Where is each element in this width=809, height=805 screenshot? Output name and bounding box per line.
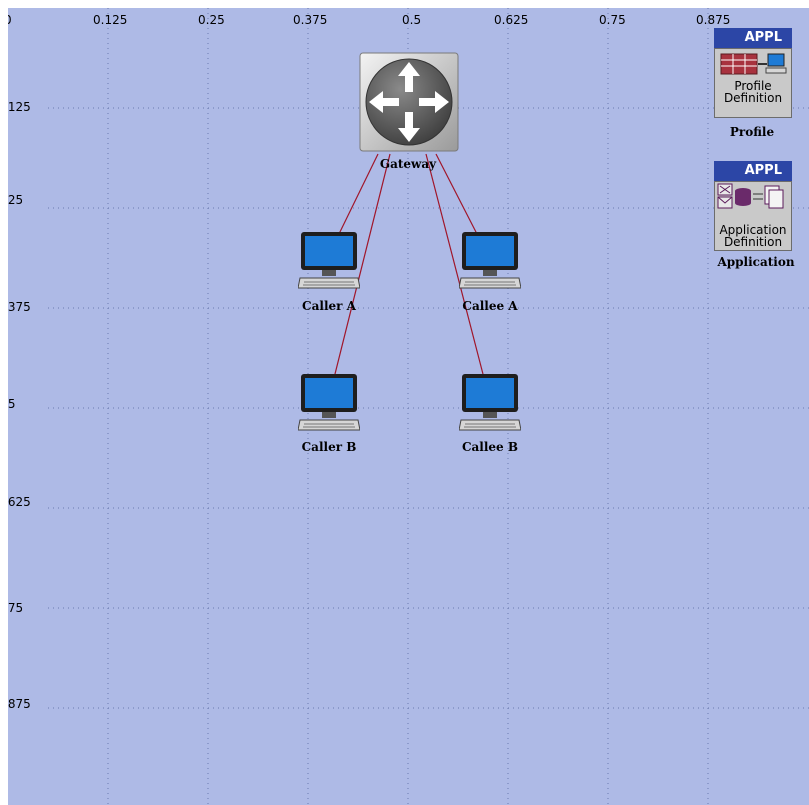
workstation-icon [459, 232, 521, 289]
gateway-node[interactable] [359, 52, 459, 152]
x-tick-label: 0.625 [494, 13, 529, 27]
profile-definition-line2: Definition [723, 91, 783, 105]
router-icon [359, 52, 459, 152]
y-tick-label: .625 [8, 495, 31, 509]
y-tick-label: .25 [8, 193, 24, 207]
y-tick-label: .5 [8, 397, 16, 411]
application-label: Application [717, 255, 795, 269]
network-canvas[interactable]: 0 0.125 0.25 0.375 0.5 0.625 0.75 0.875 … [0, 0, 809, 805]
x-tick-label: 0.75 [599, 13, 626, 27]
profile-label: Profile [729, 125, 775, 139]
appl-badge: APPL [714, 161, 792, 181]
x-tick-label: 0.25 [198, 13, 225, 27]
workstation-icon [298, 232, 360, 289]
application-definition-body: Application Definition [714, 181, 792, 251]
profile-definition-body: Profile Definition [714, 48, 792, 118]
x-tick-label: 0.875 [696, 13, 731, 27]
y-tick-label: .375 [8, 300, 31, 314]
callee-a-label: Callee A [462, 299, 518, 313]
x-tick-label: 0.5 [402, 13, 422, 27]
caller-b-label: Caller B [301, 440, 357, 454]
profile-definition-object[interactable]: APPL Profile Definition [714, 28, 792, 118]
caller-b-node[interactable] [298, 374, 360, 436]
y-tick-label: .875 [8, 697, 31, 711]
y-tick-label: .125 [8, 100, 31, 114]
callee-a-node[interactable] [459, 232, 521, 294]
appl-badge: APPL [714, 28, 792, 48]
x-tick-label: 0.375 [293, 13, 328, 27]
workstation-icon [298, 374, 360, 431]
application-definition-line2: Definition [723, 235, 783, 249]
workspace-grid[interactable]: 0 0.125 0.25 0.375 0.5 0.625 0.75 0.875 … [8, 8, 809, 805]
workstation-icon [459, 374, 521, 431]
application-config-icon [717, 183, 784, 209]
gateway-label: Gateway [379, 157, 437, 171]
link-gateway-callee-a [435, 153, 479, 237]
caller-a-label: Caller A [302, 299, 356, 313]
caller-a-node[interactable] [298, 232, 360, 294]
x-tick-label: 0 [8, 14, 12, 26]
callee-b-node[interactable] [459, 374, 521, 436]
x-tick-label: 0.125 [93, 13, 128, 27]
callee-b-label: Callee B [461, 440, 519, 454]
profile-config-icon [720, 53, 787, 75]
y-tick-label: .75 [8, 601, 24, 615]
application-definition-object[interactable]: APPL Application Definition [714, 161, 792, 251]
